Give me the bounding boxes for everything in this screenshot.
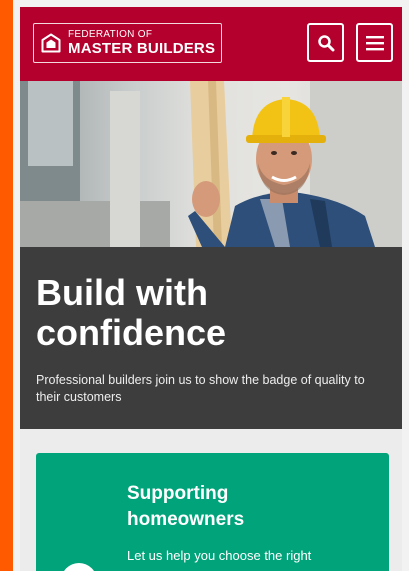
menu-button[interactable] bbox=[356, 23, 393, 62]
builder-photo bbox=[20, 81, 402, 247]
hero-title: Build with confidence bbox=[36, 272, 227, 353]
site-header: FEDERATION OF MASTER BUILDERS bbox=[20, 7, 402, 81]
supporting-homeowners-card[interactable]: Supporting homeowners Let us help you ch… bbox=[36, 453, 389, 571]
card-title: Supporting homeowners bbox=[127, 483, 245, 530]
fmb-logo-link[interactable]: FEDERATION OF MASTER BUILDERS bbox=[33, 23, 222, 63]
house-shield-icon bbox=[41, 33, 61, 53]
hero-image bbox=[20, 81, 402, 247]
search-button[interactable] bbox=[307, 23, 344, 62]
hero-banner: Build with confidence Professional build… bbox=[20, 247, 402, 429]
hamburger-menu-icon bbox=[365, 35, 384, 50]
logo-line-2: MASTER BUILDERS bbox=[68, 40, 216, 57]
search-icon bbox=[317, 34, 334, 51]
card-text: Let us help you choose the right bbox=[127, 548, 312, 563]
page: FEDERATION OF MASTER BUILDERS Build with… bbox=[20, 7, 402, 571]
card-circle-icon bbox=[61, 563, 97, 571]
hero-subtitle: Professional builders join us to show th… bbox=[36, 373, 365, 404]
browser-viewport: FEDERATION OF MASTER BUILDERS Build with… bbox=[13, 0, 409, 571]
logo-line-1: FEDERATION OF bbox=[68, 29, 153, 40]
